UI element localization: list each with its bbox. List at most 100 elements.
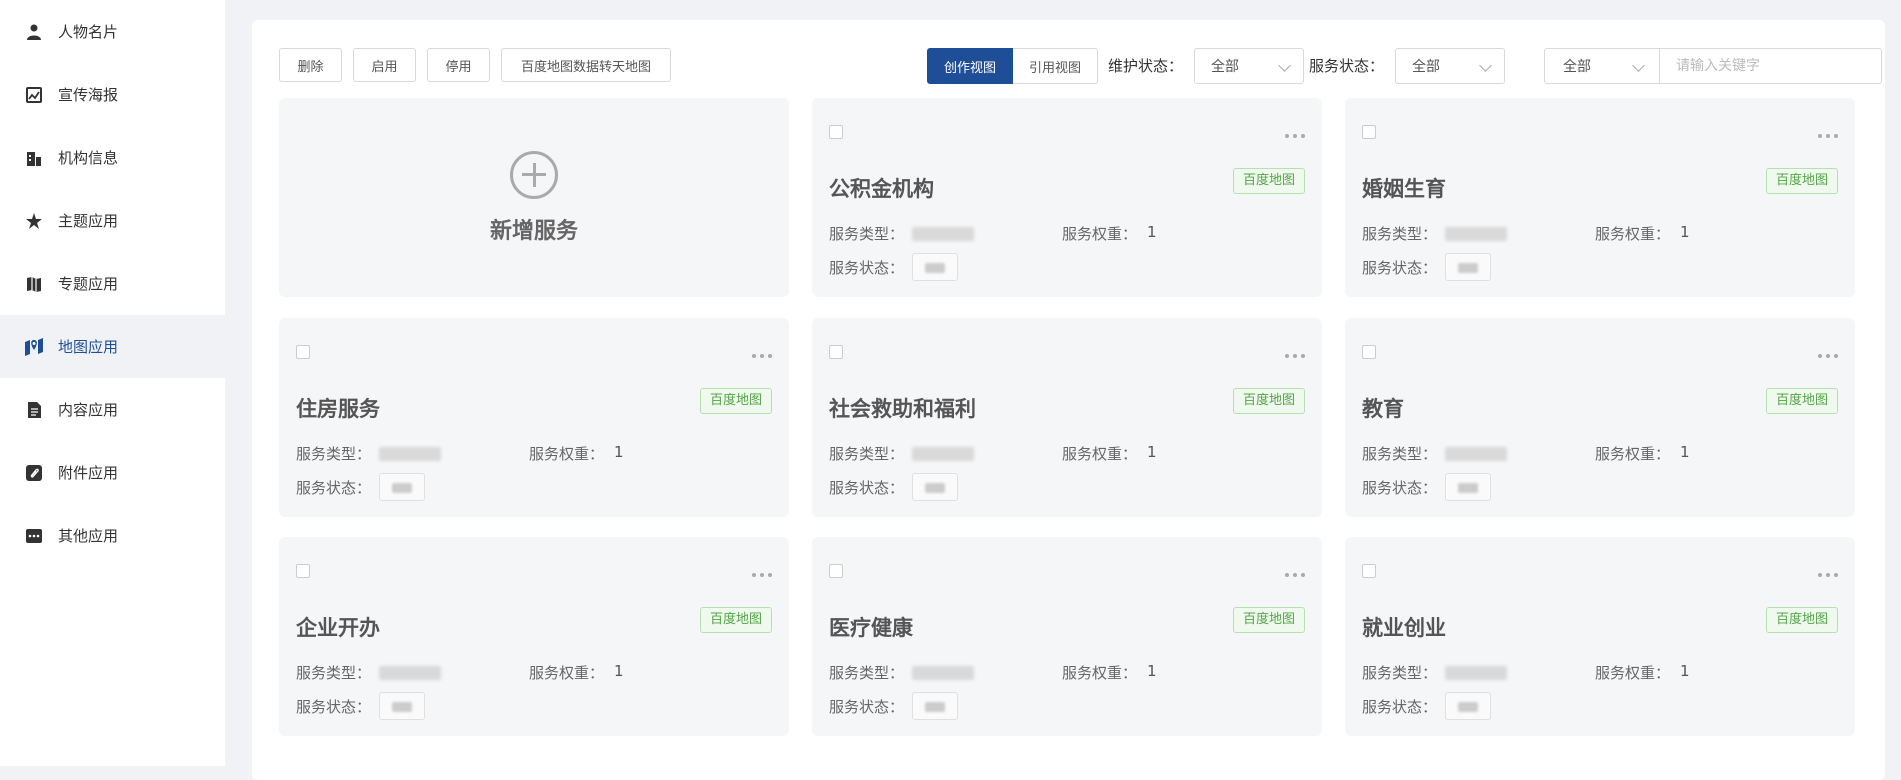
sidebar-item-topic-app[interactable]: 专题应用 (0, 252, 225, 315)
service-card[interactable]: 医疗健康 百度地图 服务类型： 服务权重： 1 服务状态： (812, 537, 1322, 736)
sidebar-item-poster[interactable]: 宣传海报 (0, 63, 225, 126)
card-checkbox[interactable] (829, 564, 843, 578)
service-card[interactable]: 住房服务 百度地图 服务类型： 服务权重： 1 服务状态： (279, 318, 789, 517)
sidebar: 人物名片 宣传海报 机构信息 主题应用 专题应用 地图应用 内容应用 附件应用 … (0, 0, 225, 766)
sidebar-item-attachment-app[interactable]: 附件应用 (0, 441, 225, 504)
service-card[interactable]: 教育 百度地图 服务类型： 服务权重： 1 服务状态： (1345, 318, 1855, 517)
toolbar: 删除 启用 停用 百度地图数据转天地图 创作视图 引用视图 维护状态： 全部 服… (279, 48, 1882, 84)
sidebar-item-label: 附件应用 (58, 464, 119, 482)
service-type-label: 服务类型： (296, 664, 372, 682)
card-checkbox[interactable] (1362, 345, 1376, 359)
star-icon (24, 211, 44, 231)
sidebar-item-content-app[interactable]: 内容应用 (0, 378, 225, 441)
reference-view-tab[interactable]: 引用视图 (1013, 48, 1099, 84)
service-card[interactable]: 社会救助和福利 百度地图 服务类型： 服务权重： 1 服务状态： (812, 318, 1322, 517)
service-status-select[interactable]: 全部 (1395, 48, 1505, 84)
service-type-label: 服务类型： (829, 445, 905, 463)
service-type-value-redacted (912, 227, 974, 241)
service-type-value-redacted (912, 447, 974, 461)
delete-button[interactable]: 删除 (279, 48, 342, 82)
service-type-label: 服务类型： (829, 664, 905, 682)
card-title: 企业开办 (296, 616, 380, 640)
more-options-icon[interactable] (1285, 573, 1305, 577)
service-weight-value: 1 (1147, 662, 1157, 680)
service-type-label: 服务类型： (1362, 445, 1438, 463)
more-options-icon[interactable] (1818, 354, 1838, 358)
service-weight-label: 服务权重： (1062, 445, 1138, 463)
service-weight-label: 服务权重： (1062, 225, 1138, 243)
document-icon (24, 400, 44, 420)
main-panel: 删除 启用 停用 百度地图数据转天地图 创作视图 引用视图 维护状态： 全部 服… (252, 20, 1885, 780)
disable-button[interactable]: 停用 (427, 48, 490, 82)
service-weight-value: 1 (614, 443, 624, 461)
card-checkbox[interactable] (829, 345, 843, 359)
map-provider-badge: 百度地图 (1232, 388, 1305, 414)
service-weight-label: 服务权重： (1595, 445, 1671, 463)
card-title: 教育 (1362, 397, 1404, 421)
plus-circle-icon (510, 150, 558, 199)
service-type-value-redacted (1445, 447, 1507, 461)
service-card[interactable]: 公积金机构 百度地图 服务类型： 服务权重： 1 服务状态： (812, 98, 1322, 297)
map-provider-badge: 百度地图 (699, 607, 772, 633)
search-input[interactable] (1660, 49, 1881, 83)
service-status-value-redacted (1445, 692, 1491, 720)
enable-button[interactable]: 启用 (353, 48, 416, 82)
service-status-label: 服务状态： (1362, 698, 1438, 716)
more-options-icon[interactable] (752, 354, 772, 358)
convert-map-button[interactable]: 百度地图数据转天地图 (501, 48, 671, 82)
card-title: 住房服务 (296, 397, 380, 421)
sidebar-item-person-card[interactable]: 人物名片 (0, 0, 225, 63)
chevron-down-icon (1632, 59, 1645, 72)
sidebar-item-other-app[interactable]: 其他应用 (0, 504, 225, 567)
service-status-value-redacted (379, 473, 425, 501)
service-status-value-redacted (379, 692, 425, 720)
sidebar-item-label: 专题应用 (58, 275, 119, 293)
card-title: 婚姻生育 (1362, 177, 1446, 201)
paperclip-icon (24, 463, 44, 483)
sidebar-item-label: 人物名片 (58, 23, 119, 41)
service-card[interactable]: 就业创业 百度地图 服务类型： 服务权重： 1 服务状态： (1345, 537, 1855, 736)
sidebar-item-label: 地图应用 (58, 338, 119, 356)
service-weight-value: 1 (1680, 443, 1690, 461)
sidebar-item-label: 宣传海报 (58, 86, 119, 104)
service-type-label: 服务类型： (296, 445, 372, 463)
chevron-down-icon (1479, 59, 1492, 72)
card-checkbox[interactable] (1362, 125, 1376, 139)
service-status-label: 服务状态： (1309, 57, 1385, 75)
more-options-icon[interactable] (1818, 573, 1838, 577)
building-icon (24, 148, 44, 168)
service-status-label: 服务状态： (1362, 479, 1438, 497)
sidebar-item-label: 内容应用 (58, 401, 119, 419)
service-type-label: 服务类型： (1362, 225, 1438, 243)
card-checkbox[interactable] (296, 564, 310, 578)
service-card[interactable]: 婚姻生育 百度地图 服务类型： 服务权重： 1 服务状态： (1345, 98, 1855, 297)
sidebar-item-label: 主题应用 (58, 212, 119, 230)
card-checkbox[interactable] (1362, 564, 1376, 578)
service-card[interactable]: 企业开办 百度地图 服务类型： 服务权重： 1 服务状态： (279, 537, 789, 736)
map-book-icon (24, 274, 44, 294)
card-title: 医疗健康 (829, 616, 913, 640)
more-options-icon[interactable] (1818, 134, 1838, 138)
card-checkbox[interactable] (296, 345, 310, 359)
search-scope-select[interactable]: 全部 (1545, 49, 1660, 83)
more-icon (24, 526, 44, 546)
more-options-icon[interactable] (752, 573, 772, 577)
sidebar-item-map-app[interactable]: 地图应用 (0, 315, 225, 378)
chevron-down-icon (1278, 59, 1291, 72)
sidebar-item-organization[interactable]: 机构信息 (0, 126, 225, 189)
more-options-icon[interactable] (1285, 134, 1305, 138)
service-type-label: 服务类型： (829, 225, 905, 243)
service-weight-label: 服务权重： (529, 664, 605, 682)
card-checkbox[interactable] (829, 125, 843, 139)
maintain-status-select[interactable]: 全部 (1194, 48, 1304, 84)
more-options-icon[interactable] (1285, 354, 1305, 358)
service-weight-value: 1 (1680, 662, 1690, 680)
service-weight-value: 1 (614, 662, 624, 680)
poster-icon (24, 85, 44, 105)
service-status-label: 服务状态： (829, 698, 905, 716)
sidebar-item-theme-app[interactable]: 主题应用 (0, 189, 225, 252)
add-service-card[interactable]: 新增服务 (279, 98, 789, 297)
service-status-value-redacted (912, 253, 958, 281)
card-title: 公积金机构 (829, 177, 934, 201)
create-view-tab[interactable]: 创作视图 (927, 48, 1014, 84)
